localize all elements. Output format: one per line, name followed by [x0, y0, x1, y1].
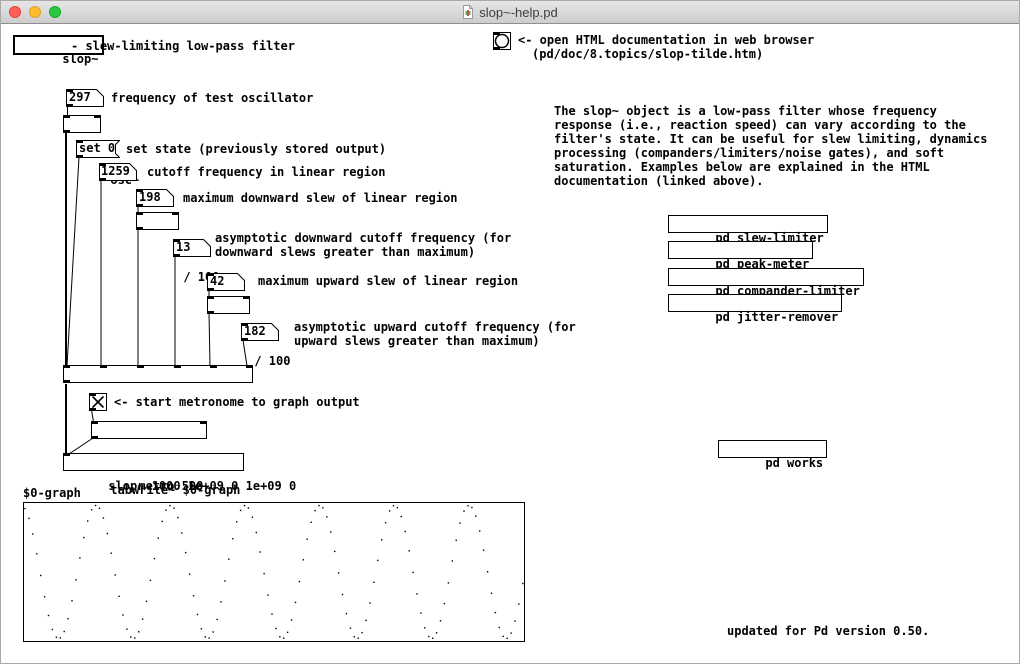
divide-a-object[interactable]: / 100 [136, 212, 179, 230]
pd-patch-window: slop~-help.pd slop~ - slew-limiting lo [0, 0, 1020, 664]
freq-comment: frequency of test oscillator [111, 91, 313, 105]
up-asym-number-box[interactable]: 182 [241, 323, 279, 341]
title-bar: slop~-help.pd [1, 1, 1019, 24]
outlet-nub [136, 227, 143, 230]
inlet-nub [100, 365, 107, 368]
inlet-nub [63, 453, 70, 456]
inlet-nub [94, 115, 101, 118]
metro-toggle[interactable] [89, 393, 107, 411]
down-asym-number-box[interactable]: 13 [173, 239, 211, 257]
subpatch-slew-limiter[interactable]: pd slew-limiter [668, 215, 828, 233]
set-message-box[interactable]: set 0 [76, 140, 120, 158]
outlet-nub [91, 436, 98, 439]
patch-canvas: slop~ - slew-limiting low-pass filter <-… [1, 24, 1020, 664]
slop-title-label: slop~ [62, 52, 98, 66]
freq-number-box[interactable]: 297 [66, 89, 104, 107]
subpatch-peak-meter[interactable]: pd peak-meter [668, 241, 813, 259]
doc-path-comment: (pd/doc/8.topics/slop-tilde.htm) [532, 47, 763, 61]
down-slew-comment: maximum downward slew of linear region [183, 191, 458, 205]
down-slew-number-box[interactable]: 198 [136, 189, 174, 207]
cutoff-comment: cutoff frequency in linear region [147, 165, 385, 179]
slop-main-object[interactable]: slop~ 1000 1e+09 0 1e+09 0 [63, 365, 253, 383]
divide-b-object[interactable]: / 100 [207, 296, 250, 314]
inlet-nub [200, 421, 207, 424]
output-graph [23, 502, 525, 642]
inlet-nub [136, 212, 143, 215]
down-asym-comment: asymptotic downward cutoff frequency (fo… [215, 231, 511, 259]
subpatch-compander-limiter[interactable]: pd compander-limiter [668, 268, 864, 286]
up-slew-number-box[interactable]: 42 [207, 273, 245, 291]
inlet-nub [137, 365, 144, 368]
up-asym-comment: asymptotic upward cutoff frequency (for … [294, 320, 576, 348]
tabwrite-label: tabwrite~ $0-graph [110, 483, 240, 497]
toggle-comment: <- start metronome to graph output [114, 395, 360, 409]
subpatch-jitter-remover[interactable]: pd jitter-remover [668, 294, 842, 312]
help-paragraph: The slop~ object is a low-pass filter wh… [554, 104, 987, 188]
slop-description-comment: - slew-limiting low-pass filter [71, 39, 295, 53]
open-docs-bang[interactable] [493, 32, 511, 50]
inlet-nub [243, 296, 250, 299]
inlet-nub [63, 365, 70, 368]
graph-label: $0-graph [23, 486, 81, 500]
inlet-nub [174, 365, 181, 368]
inlet-nub [246, 365, 253, 368]
divide-b-label: / 100 [254, 354, 290, 368]
doc-link-comment: <- open HTML documentation in web browse… [518, 33, 814, 47]
inlet-nub [172, 212, 179, 215]
subpatch-label: pd jitter-remover [715, 310, 838, 324]
document-icon [462, 5, 474, 19]
up-slew-comment: maximum upward slew of linear region [258, 274, 518, 288]
osc-object[interactable]: osc~ [63, 115, 101, 133]
tabwrite-object[interactable]: tabwrite~ $0-graph [63, 453, 244, 471]
up-slew-value: 42 [210, 274, 224, 288]
inlet-nub [63, 115, 70, 118]
metro-object[interactable]: metro 500 [91, 421, 207, 439]
version-comment: updated for Pd version 0.50. [727, 624, 929, 638]
inlet-nub [91, 421, 98, 424]
up-asym-value: 182 [244, 324, 266, 338]
inlet-nub [210, 365, 217, 368]
outlet-nub [63, 380, 70, 383]
window-title: slop~-help.pd [479, 5, 557, 20]
outlet-nub [207, 311, 214, 314]
freq-value: 297 [69, 90, 91, 104]
set-message-label: set 0 [79, 141, 115, 155]
set-comment: set state (previously stored output) [126, 142, 386, 156]
inlet-nub [207, 296, 214, 299]
subpatch-label: pd works [765, 456, 823, 470]
down-slew-value: 198 [139, 190, 161, 204]
cutoff-value: 1259 [101, 164, 130, 178]
subpatch-works[interactable]: pd works [718, 440, 827, 458]
cutoff-number-box[interactable]: 1259 [99, 163, 137, 181]
down-asym-value: 13 [176, 240, 190, 254]
outlet-nub [63, 130, 70, 133]
